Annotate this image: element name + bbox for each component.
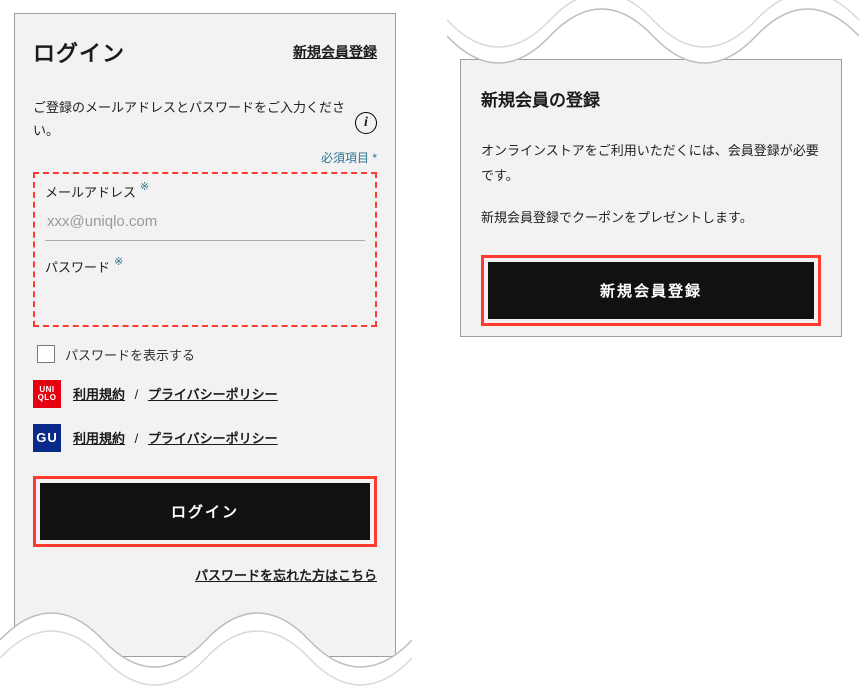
required-note: 必須項目 * [33, 149, 377, 166]
signup-button[interactable]: 新規会員登録 [488, 262, 814, 319]
terms-row-uniqlo: UNI QLO 利用規約 / プライバシーポリシー [33, 380, 377, 408]
password-field-group: パスワード ※ [35, 249, 375, 325]
signup-button-highlight: 新規会員登録 [481, 255, 821, 326]
required-mark-icon: ※ [114, 255, 123, 268]
login-button[interactable]: ログイン [40, 483, 370, 540]
gu-terms-link[interactable]: 利用規約 [73, 431, 125, 446]
forgot-password-link[interactable]: パスワードを忘れた方はこちら [33, 565, 377, 584]
checkbox-icon[interactable] [37, 345, 55, 363]
signup-text-1: オンラインストアをご利用いただくには、会員登録が必要です。 [481, 139, 821, 188]
signup-panel: 新規会員の登録 オンラインストアをご利用いただくには、会員登録が必要です。 新規… [460, 59, 842, 337]
uniqlo-privacy-link[interactable]: プライバシーポリシー [148, 387, 278, 402]
required-mark-icon: ※ [140, 180, 149, 193]
terms-row-gu: GU 利用規約 / プライバシーポリシー [33, 424, 377, 452]
info-icon[interactable]: i [355, 112, 377, 134]
gu-terms-links: 利用規約 / プライバシーポリシー [73, 428, 278, 447]
email-label: メールアドレス ※ [45, 182, 149, 201]
password-input[interactable] [45, 282, 365, 323]
email-input[interactable] [45, 207, 365, 241]
signup-text-2: 新規会員登録でクーポンをプレゼントします。 [481, 206, 821, 231]
credentials-highlight-box: メールアドレス ※ パスワード ※ [33, 172, 377, 327]
uniqlo-logo-icon: UNI QLO [33, 380, 61, 408]
gu-logo-icon: GU [33, 424, 61, 452]
password-label: パスワード ※ [45, 257, 123, 276]
separator: / [135, 431, 139, 446]
email-label-text: メールアドレス [45, 182, 136, 201]
login-panel: ログイン 新規会員登録 ご登録のメールアドレスとパスワードをご入力ください。 i… [14, 13, 396, 657]
gu-privacy-link[interactable]: プライバシーポリシー [148, 431, 278, 446]
password-label-text: パスワード [45, 257, 110, 276]
signup-title: 新規会員の登録 [481, 86, 821, 111]
uniqlo-terms-link[interactable]: 利用規約 [73, 387, 125, 402]
login-button-highlight: ログイン [33, 476, 377, 547]
signup-link[interactable]: 新規会員登録 [293, 42, 377, 62]
login-instruction: ご登録のメールアドレスとパスワードをご入力ください。 [33, 96, 347, 143]
login-header: ログイン 新規会員登録 [33, 36, 377, 68]
show-password-toggle[interactable]: パスワードを表示する [37, 345, 373, 364]
login-title: ログイン [33, 36, 125, 68]
separator: / [135, 387, 139, 402]
show-password-label: パスワードを表示する [65, 345, 195, 364]
signup-body: オンラインストアをご利用いただくには、会員登録が必要です。 新規会員登録でクーポ… [481, 139, 821, 231]
uniqlo-terms-links: 利用規約 / プライバシーポリシー [73, 384, 278, 403]
email-field-group: メールアドレス ※ [35, 174, 375, 243]
login-instruction-row: ご登録のメールアドレスとパスワードをご入力ください。 i [33, 96, 377, 143]
